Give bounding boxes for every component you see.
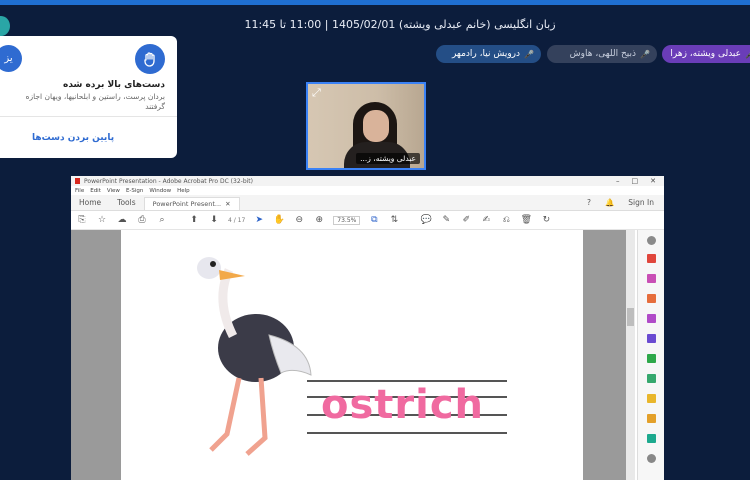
notifications-icon[interactable]: 🔔 xyxy=(605,198,614,207)
participant-chip[interactable]: 🎤 ذبیح اللهی، هاوش xyxy=(547,45,657,63)
bookmark-star-icon[interactable]: ☆ xyxy=(96,215,108,225)
fill-sign-icon[interactable] xyxy=(647,394,656,403)
document-area[interactable]: ostrich xyxy=(71,230,631,480)
comment-tool-icon[interactable] xyxy=(647,314,656,323)
protect-icon[interactable] xyxy=(647,434,656,443)
tools-panel xyxy=(637,230,664,480)
create-pdf-tool-icon[interactable] xyxy=(647,274,656,283)
menu-esign[interactable]: E-Sign xyxy=(126,188,143,194)
next-page-icon[interactable]: ⬇ xyxy=(208,215,220,225)
zoom-select[interactable]: 73.5% xyxy=(333,215,361,225)
close-icon[interactable]: ✕ xyxy=(650,177,656,185)
participant-name: درویش نیا، رادمهر xyxy=(451,49,521,59)
cloud-upload-icon[interactable]: ☁ xyxy=(116,215,128,225)
select-cursor-icon[interactable]: ➤ xyxy=(253,215,265,225)
tabbar-right: ? 🔔 Sign In xyxy=(587,195,664,210)
menu-window[interactable]: Window xyxy=(149,188,171,194)
zoom-tool-icon[interactable] xyxy=(647,236,656,245)
menu-help[interactable]: Help xyxy=(177,188,190,194)
highlight-icon[interactable]: ✎ xyxy=(440,215,452,225)
vertical-scrollbar[interactable] xyxy=(626,230,635,480)
draw-icon[interactable]: ✐ xyxy=(460,215,472,225)
user-avatar[interactable] xyxy=(0,16,10,36)
acrobat-menubar: File Edit View E-Sign Window Help xyxy=(71,186,664,195)
compress-pdf-icon[interactable] xyxy=(647,374,656,383)
popup-divider xyxy=(0,116,177,117)
tab-tools[interactable]: Tools xyxy=(109,195,143,210)
help-icon[interactable]: ? xyxy=(587,198,591,207)
popup-body: بردان پرست، راستین و ابلحانیها، ویهان اج… xyxy=(25,92,165,111)
ostrich-right-leg xyxy=(245,377,268,456)
ostrich-head xyxy=(197,257,221,279)
menu-edit[interactable]: Edit xyxy=(90,188,101,194)
pdf-icon xyxy=(75,178,80,184)
zoom-out-icon[interactable]: ⊖ xyxy=(293,215,305,225)
acrobat-toolbar: ⎘ ☆ ☁ ⎙ ⌕ ⬆ ⬇ 4 / 17 ➤ ✋ ⊖ ⊕ 73.5% ⧉ ⇅ 💬… xyxy=(71,211,664,230)
acrobat-window: PowerPoint Presentation - Adobe Acrobat … xyxy=(71,176,664,480)
export-pdf-icon[interactable] xyxy=(647,254,656,263)
side-action-button[interactable]: یز xyxy=(0,45,22,72)
raised-hand-glyph xyxy=(144,52,155,67)
redact-icon[interactable] xyxy=(647,414,656,423)
pdf-page: ostrich xyxy=(121,230,583,480)
page-indicator[interactable]: 4 / 17 xyxy=(228,217,245,224)
microphone-muted-icon: 🎤 xyxy=(640,49,650,59)
window-controls: – □ ✕ xyxy=(616,177,664,185)
more-tools-icon[interactable] xyxy=(647,454,656,463)
zoom-in-icon[interactable]: ⊕ xyxy=(313,215,325,225)
minimize-icon[interactable]: – xyxy=(616,177,620,185)
comment-icon[interactable]: 💬 xyxy=(420,215,432,225)
scrollbar-thumb[interactable] xyxy=(627,308,634,326)
popup-title: دست‌های بالا برده شده xyxy=(63,80,165,90)
tab-close-icon[interactable]: ✕ xyxy=(225,200,230,208)
guide-line-bottom xyxy=(307,432,507,434)
session-title: زبان انگلیسی (خانم عبدلی ویشته) 1405/02/… xyxy=(244,18,556,31)
microphone-icon: 🎤 xyxy=(524,49,534,59)
participant-chip[interactable]: 🎤 درویش نیا، رادمهر xyxy=(436,45,541,63)
window-title: PowerPoint Presentation - Adobe Acrobat … xyxy=(84,177,253,185)
raised-hand-icon[interactable] xyxy=(135,44,165,74)
acrobat-tabbar: Home Tools PowerPoint Present... ✕ ? 🔔 S… xyxy=(71,195,664,211)
video-tile[interactable]: ⤢ عبدلی ویشته، ز... xyxy=(306,82,426,170)
edit-pdf-icon[interactable] xyxy=(647,294,656,303)
slide-word: ostrich xyxy=(321,382,485,428)
expand-icon[interactable]: ⤢ xyxy=(312,86,321,100)
tab-home[interactable]: Home xyxy=(71,195,109,210)
person-face xyxy=(363,110,389,142)
tab-document[interactable]: PowerPoint Present... ✕ xyxy=(143,197,240,210)
ostrich-illustration xyxy=(197,257,312,456)
hand-tool-icon[interactable]: ✋ xyxy=(273,215,285,225)
ostrich-eye xyxy=(210,261,216,267)
maximize-icon[interactable]: □ xyxy=(632,177,639,185)
organize-pages-icon[interactable] xyxy=(647,354,656,363)
create-pdf-icon[interactable]: ⎘ xyxy=(76,215,88,225)
scroll-mode-icon[interactable]: ⇅ xyxy=(388,215,400,225)
prev-page-icon[interactable]: ⬆ xyxy=(188,215,200,225)
print-icon[interactable]: ⎙ xyxy=(136,215,148,225)
lower-hands-button[interactable]: پایین بردن دست‌ها xyxy=(32,133,114,143)
delete-icon[interactable]: 🗑 xyxy=(520,215,532,225)
sign-icon[interactable]: ✍ xyxy=(480,215,492,225)
ostrich-neck xyxy=(218,268,238,339)
acrobat-titlebar: PowerPoint Presentation - Adobe Acrobat … xyxy=(71,176,664,186)
participant-name: ذبیح اللهی، هاوش xyxy=(569,49,637,59)
stamp-icon[interactable]: ⎌ xyxy=(500,215,512,225)
fit-page-icon[interactable]: ⧉ xyxy=(368,215,380,225)
search-icon[interactable]: ⌕ xyxy=(156,215,168,225)
participant-chip-speaking[interactable]: 🎤 عبدلی ویشته، زهرا xyxy=(662,45,750,63)
top-accent-bar xyxy=(0,0,750,5)
sign-in-link[interactable]: Sign In xyxy=(628,198,654,207)
video-name-tag: عبدلی ویشته، ز... xyxy=(356,153,420,164)
participant-name: عبدلی ویشته، زهرا xyxy=(670,49,742,59)
menu-view[interactable]: View xyxy=(107,188,120,194)
menu-file[interactable]: File xyxy=(75,188,84,194)
ostrich-left-leg xyxy=(209,377,242,452)
microphone-icon: 🎤 xyxy=(745,50,750,59)
tab-document-label: PowerPoint Present... xyxy=(152,200,222,208)
rotate-icon[interactable]: ↻ xyxy=(540,215,552,225)
combine-files-icon[interactable] xyxy=(647,334,656,343)
raised-hands-popup: یز دست‌های بالا برده شده بردان پرست، راس… xyxy=(0,36,177,158)
